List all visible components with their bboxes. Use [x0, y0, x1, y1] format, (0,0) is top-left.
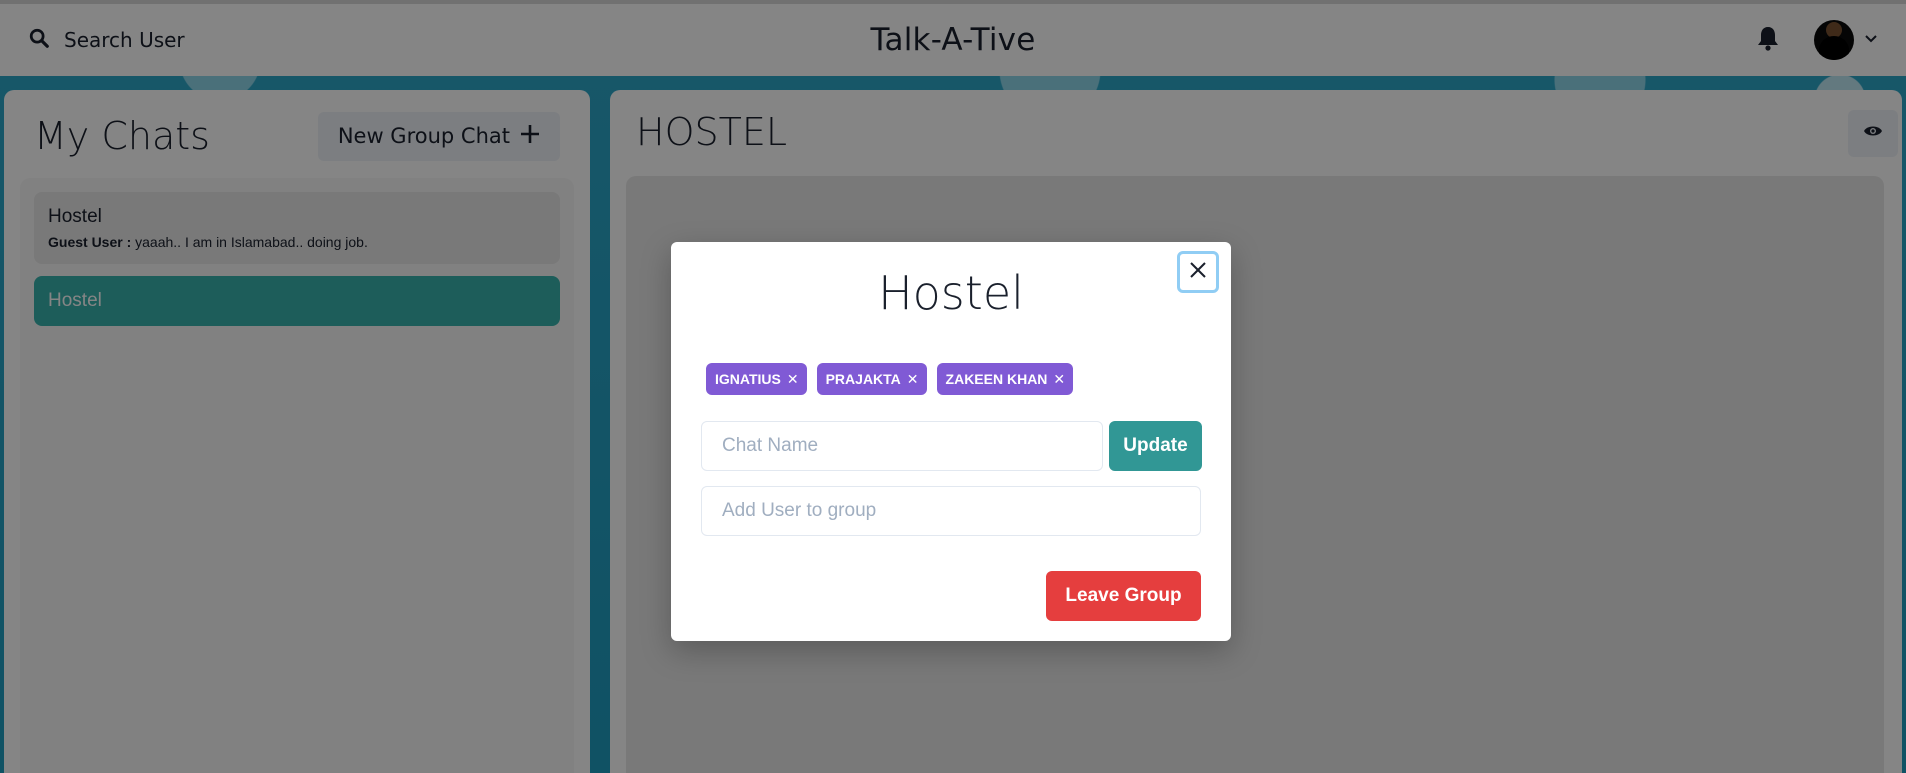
close-icon	[1189, 261, 1207, 284]
member-badge[interactable]: ZAKEEN KHAN ✕	[936, 363, 1074, 395]
modal-title: Hostel	[878, 266, 1024, 320]
chat-name-input[interactable]	[701, 421, 1103, 471]
close-modal-button[interactable]	[1177, 251, 1219, 293]
member-name: PRAJAKTA	[825, 371, 901, 387]
member-badges: IGNATIUS ✕ PRAJAKTA ✕ ZAKEEN KHAN ✕	[706, 363, 1074, 395]
member-name: IGNATIUS	[715, 371, 781, 387]
remove-member-icon[interactable]: ✕	[787, 371, 799, 388]
remove-member-icon[interactable]: ✕	[907, 371, 919, 388]
member-badge[interactable]: PRAJAKTA ✕	[816, 363, 927, 395]
remove-member-icon[interactable]: ✕	[1053, 371, 1065, 388]
update-group-modal: Hostel IGNATIUS ✕ PRAJAKTA ✕ ZAKEEN KHAN ✕ …	[671, 242, 1231, 641]
update-button[interactable]: Update	[1109, 421, 1202, 471]
member-name: ZAKEEN KHAN	[945, 371, 1048, 387]
leave-group-button[interactable]: Leave Group	[1046, 571, 1201, 621]
member-badge[interactable]: IGNATIUS ✕	[706, 363, 807, 395]
add-user-input[interactable]	[701, 486, 1201, 536]
